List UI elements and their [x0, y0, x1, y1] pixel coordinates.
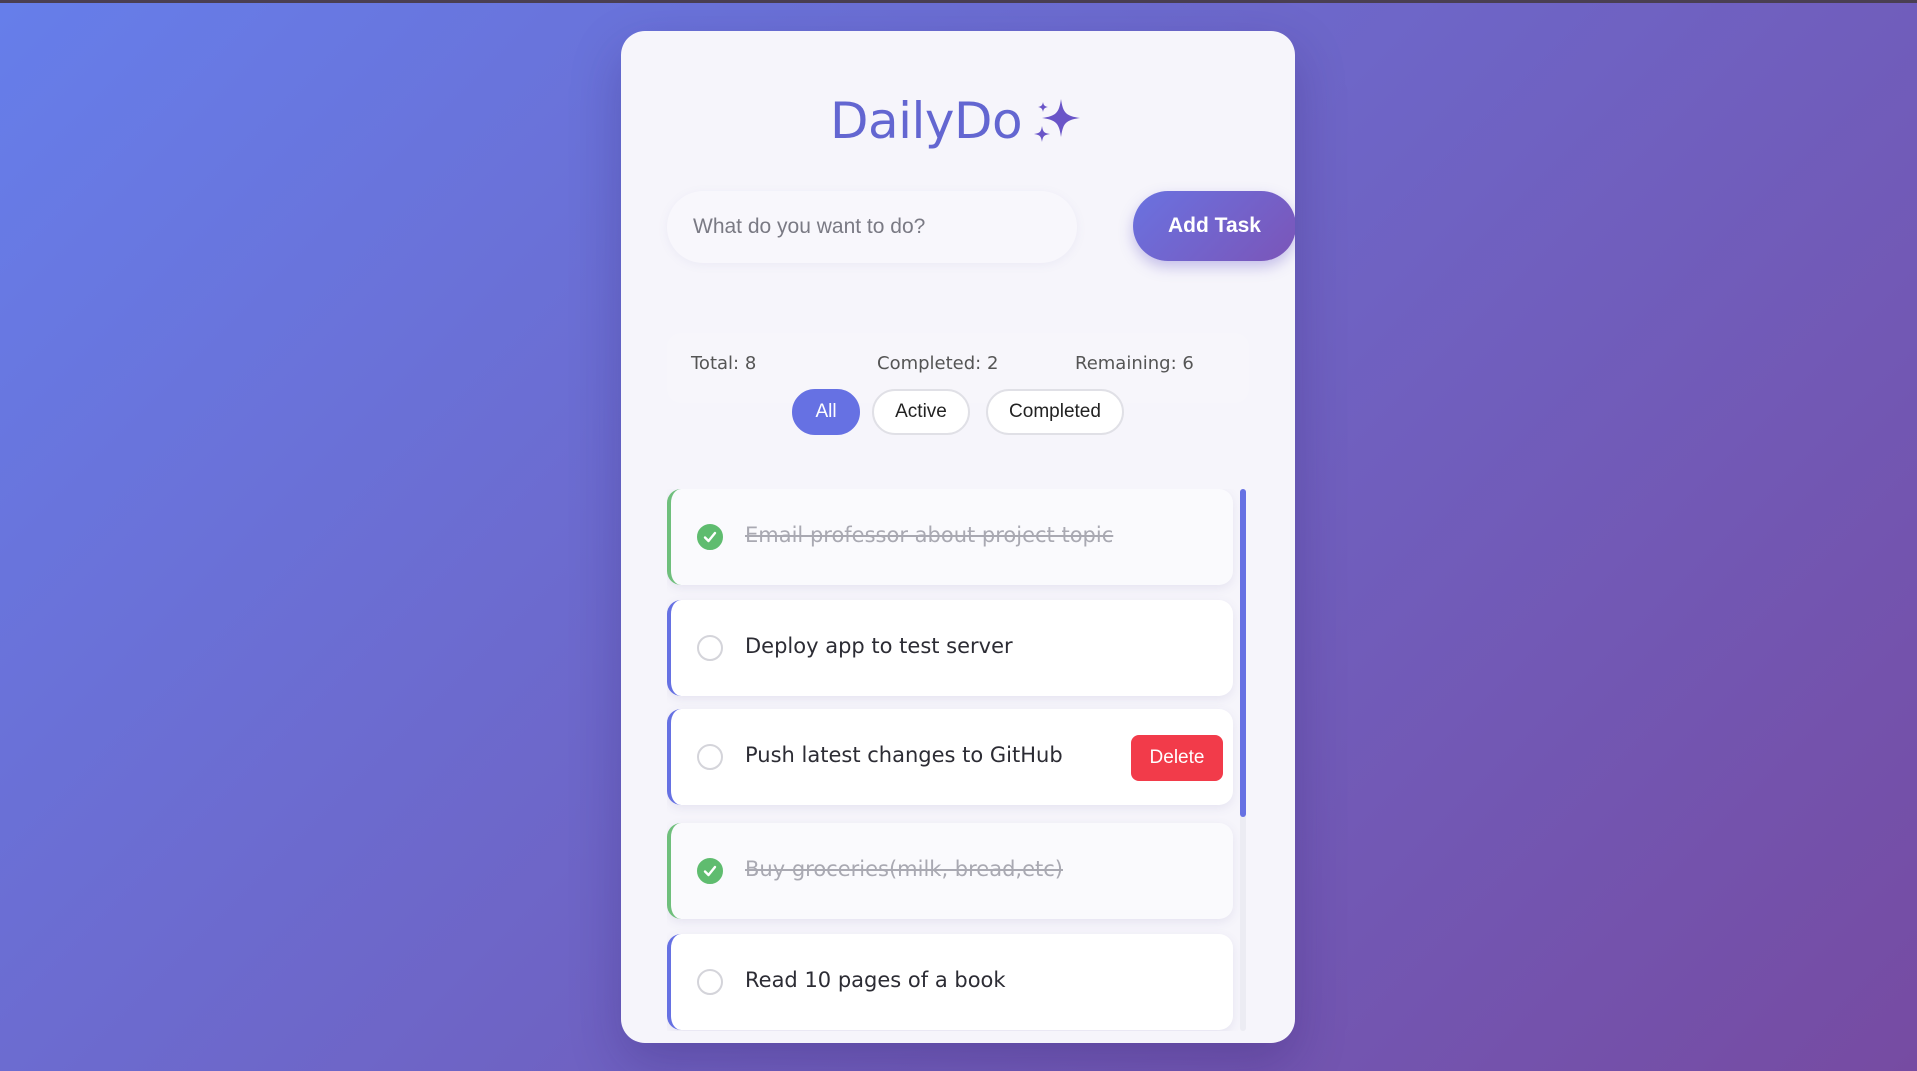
window-top-border	[0, 0, 1917, 3]
filter-completed-button[interactable]: Completed	[986, 389, 1124, 435]
filter-active-button[interactable]: Active	[872, 389, 970, 435]
task-text: Read 10 pages of a book	[745, 968, 1006, 992]
task-item[interactable]: Buy groceries(milk, bread,etc)	[667, 823, 1233, 919]
checkmark-icon	[703, 865, 717, 877]
scrollbar-thumb[interactable]	[1240, 489, 1246, 817]
task-text: Deploy app to test server	[745, 634, 1013, 658]
stat-total: Total: 8	[691, 353, 757, 374]
stat-completed: Completed: 2	[877, 353, 999, 374]
task-checkbox[interactable]	[697, 635, 723, 661]
filter-all-button[interactable]: All	[792, 389, 860, 435]
checkmark-icon	[703, 531, 717, 543]
header: DailyDo	[621, 81, 1295, 161]
todo-card: DailyDo Add Task Total: 8 Completed: 2 R…	[621, 31, 1295, 1043]
add-task-row: Add Task	[667, 191, 1295, 263]
task-list: Email professor about project topic Depl…	[667, 489, 1259, 1031]
filter-bar: All Active Completed	[621, 389, 1295, 437]
task-checkbox[interactable]	[697, 858, 723, 884]
task-item[interactable]: Deploy app to test server	[667, 600, 1233, 696]
task-item[interactable]: Push latest changes to GitHub Delete	[667, 709, 1233, 805]
task-checkbox[interactable]	[697, 969, 723, 995]
app-title: DailyDo	[829, 92, 1023, 150]
task-checkbox[interactable]	[697, 744, 723, 770]
sparkles-icon	[1034, 99, 1081, 142]
task-item[interactable]: Read 10 pages of a book	[667, 934, 1233, 1030]
delete-button[interactable]: Delete	[1131, 735, 1223, 781]
task-text: Buy groceries(milk, bread,etc)	[745, 857, 1063, 881]
stat-remaining: Remaining: 6	[1075, 353, 1194, 374]
task-text: Push latest changes to GitHub	[745, 743, 1063, 767]
task-text: Email professor about project topic	[745, 523, 1114, 547]
add-task-button[interactable]: Add Task	[1133, 191, 1295, 261]
task-input[interactable]	[667, 191, 1077, 263]
task-checkbox[interactable]	[697, 524, 723, 550]
task-item[interactable]: Email professor about project topic	[667, 489, 1233, 585]
